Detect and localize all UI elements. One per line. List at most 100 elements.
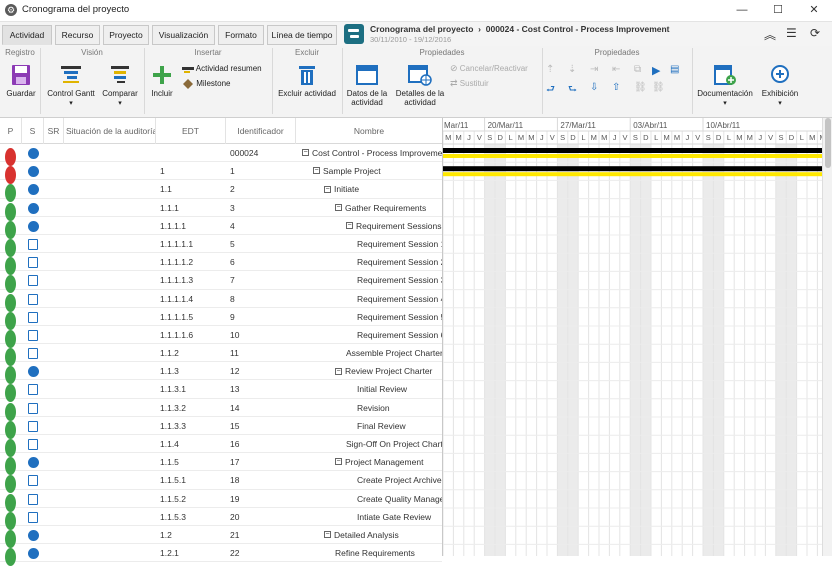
tab-formato[interactable]: Formato [218,25,264,45]
day-label: L [581,133,585,142]
tab-actividad[interactable]: Actividad [2,25,52,45]
collapse-toggle-icon[interactable]: − [302,149,309,157]
col-s[interactable]: S [22,118,44,144]
excluir-actividad-button[interactable]: Excluir actividad [276,64,338,98]
table-row[interactable]: 1.1.5.2 19 Create Quality Management Plan [0,490,442,512]
status-play-icon [28,457,39,469]
table-row[interactable]: 1.1.1.1.5 9 Requirement Session 5 [0,308,442,330]
summary-activity-icon [182,67,194,73]
vertical-scrollbar[interactable] [822,118,832,556]
refresh-icon[interactable]: ⟳ [810,26,820,40]
col-p[interactable]: P [0,118,22,144]
group-insertar: Insertar [194,48,222,57]
sustituir-label: Sustituir [459,79,489,88]
weekend-column [495,144,506,556]
window-title: Cronograma del proyecto [22,4,130,15]
status-play-icon [28,529,39,541]
collapse-ribbon-icon[interactable]: ︽ [764,26,776,43]
table-row[interactable]: 1.1.3.3 15 Final Review [0,417,442,439]
guardar-button[interactable]: Guardar [4,64,38,98]
close-icon[interactable]: ✕ [796,0,832,22]
week-label: 27/Mar/11 [560,121,596,130]
table-row[interactable]: 1.1.3.2 14 Revision [0,399,442,421]
day-label: L [654,133,658,142]
list-menu-icon[interactable]: ☰ [786,26,797,40]
link-left-icon[interactable]: ⮐ [546,82,560,96]
clipboard-icon[interactable]: ▤ [670,64,684,78]
collapse-toggle-icon[interactable]: − [335,367,342,375]
table-row[interactable]: 1.1.1.1.1 5 Requirement Session 1 [0,235,442,257]
id-cell: 6 [230,257,235,268]
table-row[interactable]: 1.1.3.1 13 Initial Review [0,380,442,403]
collapse-toggle-icon[interactable]: − [313,167,320,175]
collapse-toggle-icon[interactable]: − [324,531,331,539]
table-row[interactable]: 1.1.1 3 − Gather Requirements [0,199,442,221]
table-row[interactable]: 1.1.5.1 18 Create Project Archive [0,471,442,494]
tab-recurso[interactable]: Recurso [55,25,100,45]
table-row[interactable]: 1.1.2 11 Assemble Project Charter [0,344,442,367]
col-edt[interactable]: EDT [156,118,226,144]
scrollbar-thumb[interactable] [825,118,831,168]
tab-visualizacion[interactable]: Visualización [152,25,215,45]
table-row[interactable]: 1.1.1.1.3 7 Requirement Session 3 [0,271,442,294]
detalles-actividad-button[interactable]: Detalles de la actividad [394,64,446,107]
day-label: M [445,133,451,142]
table-row[interactable]: 1.1.1.1.6 10 Requirement Session 6 [0,326,442,348]
table-row[interactable]: 1.1.1.1.4 8 Requirement Session 4 [0,290,442,312]
play-icon[interactable]: ▶ [652,64,666,78]
minimize-icon[interactable]: — [724,0,760,22]
edt-cell: 1.1.2 [160,348,179,359]
collapse-toggle-icon[interactable]: − [335,203,342,211]
name-cell: Requirement Session 6 [357,326,442,344]
col-nombre[interactable]: Nombre [296,118,442,144]
actividad-resumen-button[interactable]: Actividad resumen [182,64,272,74]
collapse-toggle-icon[interactable]: − [324,185,331,193]
milestone-button[interactable]: Milestone [182,79,272,89]
name-cell: − Review Project Charter [335,362,442,380]
cancelar-reactivar-label: Cancelar/Reactivar [459,64,528,73]
collapse-toggle-icon[interactable]: − [335,458,342,466]
table-row[interactable]: 1.1.3 12 − Review Project Charter [0,362,442,385]
datos-actividad-button[interactable]: Datos de la actividad [344,64,390,107]
weekend-column [775,144,787,556]
arrow-down-doc-icon[interactable]: ⇩ [590,82,604,96]
baseline-bar [443,154,823,158]
col-situacion-auditoria[interactable]: Situación de la auditoría [64,118,156,144]
sustituir-button[interactable]: ⇄ Sustituir [450,79,542,89]
table-row[interactable]: 1.1.1.1 4 − Requirement Sessions [0,217,442,239]
weekend-column [557,144,568,556]
id-cell: 16 [230,439,240,449]
table-row[interactable]: 1.1.4 16 Sign-Off On Project Charter [0,435,442,457]
save-icon [12,65,30,85]
table-row[interactable]: 1.1.5.3 20 Intiate Gate Review [0,508,442,530]
day-label: D [643,133,649,142]
exhibicion-button[interactable]: Exhibición ▾ [758,64,802,108]
col-identificador[interactable]: Identificador [226,118,296,144]
day-label: J [467,133,471,142]
comparar-button[interactable]: Comparar ▾ [98,64,142,108]
table-row[interactable]: 1.2 21 − Detailed Analysis [0,526,442,548]
table-row[interactable]: 1.1.5 17 − Project Management [0,453,442,476]
table-row[interactable]: 000024 − Cost Control - Process Improvemen… [0,144,442,166]
documentacion-button[interactable]: Documentación ▾ [696,64,754,108]
group-separator [40,48,41,114]
link-right-icon[interactable]: ⮑ [568,82,582,96]
maximize-icon[interactable]: ☐ [760,0,796,22]
edt-cell: 1.1.1.1.5 [160,311,194,322]
name-cell: Requirement Session 4 [357,290,442,308]
incluir-button[interactable]: Incluir [146,64,178,98]
table-row[interactable]: 1.1.1.1.2 6 Requirement Session 2 [0,253,442,276]
cancelar-reactivar-button[interactable]: ⊘ Cancelar/Reactivar [450,64,542,74]
col-sr[interactable]: SR [44,118,64,144]
tab-linea-de-tiempo[interactable]: Línea de tiempo [267,25,337,45]
tab-proyecto[interactable]: Proyecto [103,25,149,45]
name-cell: − Gather Requirements [335,199,442,217]
table-row[interactable]: 1.1 2 − Initiate [0,180,442,203]
collapse-toggle-icon[interactable]: − [346,222,353,229]
id-cell: 3 [230,202,235,213]
name-cell: Requirement Session 3 [357,271,442,289]
table-row[interactable]: 1 1 − Sample Project [0,162,442,185]
table-row[interactable]: 1.2.1 22 Refine Requirements [0,544,442,566]
control-gantt-button[interactable]: Control Gantt ▾ [44,64,98,108]
arrow-up-doc-icon[interactable]: ⇧ [612,82,626,96]
